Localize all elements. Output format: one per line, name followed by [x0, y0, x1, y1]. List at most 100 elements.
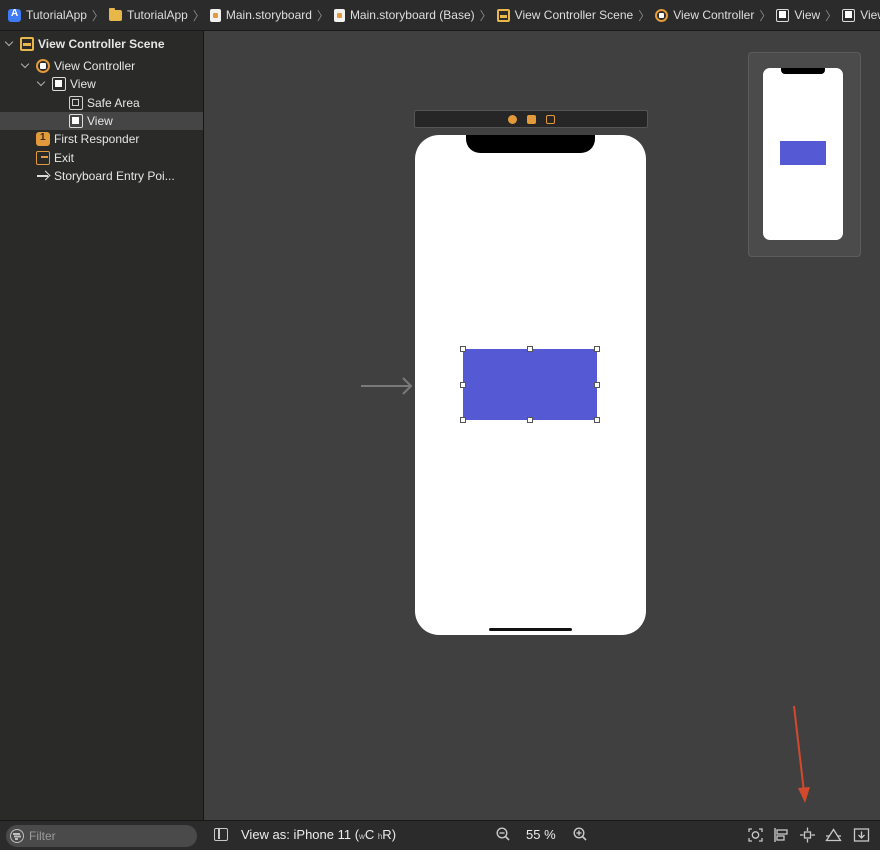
scene-icon [20, 37, 34, 51]
chevron-right-icon: 〉 [316, 8, 329, 23]
outline-item-entry-point[interactable]: Storyboard Entry Poi... [0, 167, 203, 185]
breadcrumb-label: TutorialApp [126, 8, 188, 22]
outline-item-label: View Controller [54, 59, 136, 73]
breadcrumb-label: TutorialApp [26, 8, 87, 22]
breadcrumb-storyboard-base[interactable]: Main.storyboard (Base) [333, 0, 475, 30]
first-responder-icon [36, 132, 50, 146]
breadcrumb-subview[interactable]: View [842, 0, 880, 30]
resize-handle-top[interactable] [527, 346, 533, 352]
chevron-right-icon: 〉 [825, 8, 838, 23]
document-outline: View Controller Scene View Controller Vi… [0, 31, 204, 820]
view-controller-icon[interactable] [507, 114, 517, 124]
breadcrumb-label: View Controller Scene [514, 8, 634, 22]
breadcrumb-label: View [794, 8, 821, 22]
resize-handle-bottom[interactable] [527, 417, 533, 423]
sidebar-toggle-icon[interactable] [214, 828, 228, 841]
storyboard-entry-arrow[interactable] [361, 376, 413, 396]
disclosure-chevron-icon[interactable] [21, 61, 31, 71]
zoom-level[interactable]: 55 % [526, 827, 556, 842]
outline-item-label: View [87, 114, 113, 128]
xcode-project-icon [8, 8, 21, 22]
resize-handle-bottom-right[interactable] [594, 417, 600, 423]
outline-item-label: View Controller Scene [38, 37, 165, 51]
view-icon [776, 8, 790, 22]
annotation-arrow [793, 705, 810, 803]
breadcrumb-view[interactable]: View [776, 0, 821, 30]
breadcrumb-storyboard[interactable]: Main.storyboard [209, 0, 312, 30]
outline-item-label: First Responder [54, 132, 140, 146]
minimap-phone [763, 68, 843, 240]
storyboard-canvas[interactable] [204, 31, 880, 820]
view-as-device-button[interactable]: View as: iPhone 11 (wC hR) [241, 827, 396, 842]
outline-item-exit[interactable]: Exit [0, 149, 203, 167]
chevron-right-icon: 〉 [192, 8, 205, 23]
phone-notch [466, 135, 595, 153]
folder-icon [108, 7, 122, 21]
breadcrumb-scene[interactable]: View Controller Scene [496, 0, 634, 30]
outline-item-first-responder[interactable]: First Responder [0, 130, 203, 148]
storyboard-file-icon [333, 8, 345, 22]
breadcrumb-label: View Controller [673, 8, 755, 22]
resize-handle-top-right[interactable] [594, 346, 600, 352]
breadcrumb-project[interactable]: TutorialApp [8, 0, 87, 30]
chevron-right-icon: 〉 [759, 8, 772, 23]
safe-area-icon [69, 96, 83, 110]
breadcrumb-group[interactable]: TutorialApp [108, 0, 188, 30]
canvas-toolbar: View as: iPhone 11 (wC hR) 55 % [204, 821, 880, 850]
outline-filter[interactable] [6, 825, 197, 847]
align-icon[interactable] [773, 827, 790, 843]
minimap-notch [781, 68, 825, 74]
view-controller-icon [36, 59, 50, 73]
exit-icon[interactable] [545, 114, 555, 124]
resize-handle-top-left[interactable] [460, 346, 466, 352]
outline-item-subview[interactable]: View [0, 112, 203, 130]
bottom-bar: View as: iPhone 11 (wC hR) 55 % [0, 820, 880, 850]
chevron-right-icon: 〉 [479, 8, 492, 23]
view-icon [69, 114, 83, 128]
zoom-in-icon[interactable] [573, 827, 587, 841]
filter-input[interactable] [29, 829, 189, 843]
disclosure-chevron-icon[interactable] [37, 79, 47, 89]
outline-item-scene[interactable]: View Controller Scene [0, 35, 203, 53]
jump-bar-breadcrumb: TutorialApp 〉 TutorialApp 〉 Main.storybo… [0, 0, 880, 31]
outline-item-label: Safe Area [87, 96, 140, 110]
scene-icon [496, 8, 510, 22]
view-icon [52, 77, 66, 91]
add-constraints-icon[interactable] [799, 827, 816, 843]
breadcrumb-label: Main.storyboard [225, 8, 312, 22]
resize-handle-right[interactable] [594, 382, 600, 388]
view-controller-icon [655, 8, 669, 22]
trait-width-class: C [364, 827, 375, 842]
resize-handle-left[interactable] [460, 382, 466, 388]
iphone-view-controller-frame[interactable] [415, 135, 646, 635]
exit-icon [36, 151, 50, 165]
resize-handle-bottom-left[interactable] [460, 417, 466, 423]
filter-icon [10, 829, 24, 843]
view-as-suffix: ) [391, 827, 397, 842]
chevron-right-icon: 〉 [638, 8, 651, 23]
entry-arrow-icon [36, 169, 50, 183]
breadcrumb-label: Main.storyboard (Base) [349, 8, 475, 22]
breadcrumb-view-controller[interactable]: View Controller [655, 0, 755, 30]
selected-subview[interactable] [463, 349, 597, 420]
scene-dock[interactable] [414, 110, 648, 128]
canvas-minimap[interactable] [748, 52, 861, 257]
outline-item-safe-area[interactable]: Safe Area [0, 94, 203, 112]
trait-height-class: R [382, 827, 392, 842]
outline-item-label: View [70, 77, 96, 91]
home-indicator [489, 628, 572, 631]
resolve-auto-layout-issues-icon[interactable] [825, 827, 842, 843]
view-as-label: View as: iPhone 11 ( [241, 827, 360, 842]
update-frames-icon[interactable] [747, 827, 764, 843]
view-icon [842, 8, 856, 22]
outline-item-label: Storyboard Entry Poi... [54, 169, 175, 183]
embed-in-icon[interactable] [853, 827, 870, 843]
outline-item-view[interactable]: View [0, 75, 203, 93]
outline-item-view-controller[interactable]: View Controller [0, 57, 203, 75]
zoom-out-icon[interactable] [496, 827, 510, 841]
disclosure-chevron-icon[interactable] [5, 39, 15, 49]
outline-item-label: Exit [54, 151, 75, 165]
chevron-right-icon: 〉 [91, 8, 104, 23]
storyboard-file-icon [209, 8, 221, 22]
first-responder-icon[interactable] [526, 114, 536, 124]
